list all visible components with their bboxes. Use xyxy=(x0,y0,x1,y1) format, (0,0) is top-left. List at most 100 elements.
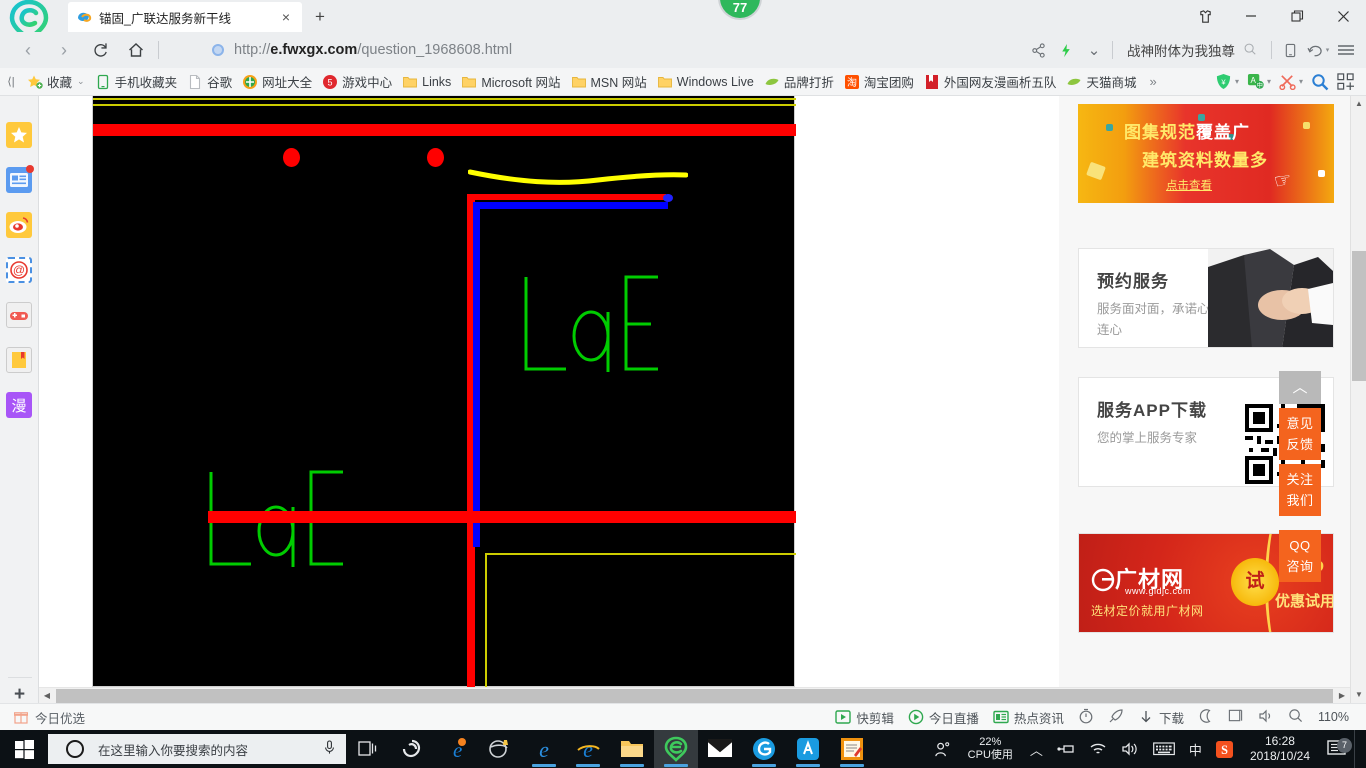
horizontal-scroll-thumb[interactable] xyxy=(56,689,1333,703)
address-bar[interactable]: http://e.fwxgx.com/question_1968608.html xyxy=(202,34,1024,66)
ie-icon[interactable]: e xyxy=(566,730,610,768)
new-tab-button[interactable]: + xyxy=(308,6,332,28)
back-button[interactable]: ‹ xyxy=(10,34,46,66)
network-icon[interactable] xyxy=(1050,730,1082,768)
forward-button[interactable]: › xyxy=(46,34,82,66)
status-left[interactable]: 今日优选 xyxy=(0,708,85,727)
maximize-button[interactable] xyxy=(1274,0,1320,32)
sogou-ime-icon[interactable]: S xyxy=(1209,730,1240,768)
action-center-button[interactable]: 7 xyxy=(1320,738,1354,758)
cpu-usage-indicator[interactable]: 22% CPU使用 xyxy=(958,736,1023,762)
bookmark-windows-live[interactable]: Windows Live xyxy=(652,71,759,93)
bookmark-taobao-groupon[interactable]: 淘 淘宝团购 xyxy=(839,71,919,93)
sogou-explorer-icon[interactable]: e xyxy=(434,730,478,768)
download-item[interactable]: 下载 xyxy=(1131,708,1191,727)
ie-notify-icon[interactable] xyxy=(478,730,522,768)
feedback-button[interactable]: 意见 反馈 xyxy=(1279,408,1321,460)
sound-icon[interactable] xyxy=(1251,708,1281,727)
find-icon[interactable] xyxy=(1281,708,1311,726)
chevron-down-icon[interactable]: ⌄ xyxy=(1080,35,1108,65)
360-browser-icon[interactable] xyxy=(654,730,698,768)
bookmark-brand-discount[interactable]: 品牌打折 xyxy=(759,71,839,93)
mobile-view-icon[interactable] xyxy=(1276,35,1304,65)
cortana-swirl-icon[interactable] xyxy=(390,730,434,768)
gamepad-icon[interactable] xyxy=(6,302,32,328)
taskbar-clock[interactable]: 16:28 2018/10/24 xyxy=(1240,734,1320,764)
edge-icon[interactable]: e xyxy=(522,730,566,768)
glodon-icon[interactable] xyxy=(742,730,786,768)
ad-banner-cta[interactable]: 点击查看 xyxy=(1166,177,1212,193)
reload-button[interactable] xyxy=(82,34,118,66)
share-icon[interactable] xyxy=(1024,35,1052,65)
bookmark-game-center[interactable]: 5 游戏中心 xyxy=(317,71,397,93)
skin-icon[interactable] xyxy=(1182,0,1228,32)
weibo-icon[interactable] xyxy=(6,212,32,238)
task-view-button[interactable] xyxy=(346,730,390,768)
news-feed-icon[interactable] xyxy=(6,165,34,193)
quick-edit-item[interactable]: 快剪辑 xyxy=(828,708,901,727)
vertical-scroll-thumb[interactable] xyxy=(1352,251,1366,381)
wifi-icon[interactable] xyxy=(1082,730,1114,768)
chevron-down-icon[interactable]: ▾ xyxy=(1299,77,1303,86)
bookmark-book-icon[interactable] xyxy=(6,347,32,373)
bookmark-hao123[interactable]: 网址大全 xyxy=(237,71,317,93)
bookmark-foreign-comics[interactable]: 外国网友漫画析五队 xyxy=(919,71,1062,93)
zoom-level[interactable]: 110% xyxy=(1311,710,1356,724)
ime-mode-indicator[interactable]: 中 xyxy=(1182,730,1209,768)
site-info-icon[interactable] xyxy=(212,44,224,56)
keyboard-icon[interactable] xyxy=(1146,730,1182,768)
home-button[interactable] xyxy=(118,34,154,66)
bookmark-microsoft[interactable]: Microsoft 网站 xyxy=(456,71,565,93)
scroll-left-arrow-icon[interactable]: ◀ xyxy=(39,688,55,704)
live-stream-item[interactable]: 今日直播 xyxy=(901,708,986,727)
history-icon[interactable]: ▾ xyxy=(1304,35,1332,65)
scroll-down-arrow-icon[interactable]: ▼ xyxy=(1351,687,1366,703)
apps-grid-icon[interactable] xyxy=(1333,73,1358,90)
people-icon[interactable] xyxy=(927,730,958,768)
lightning-icon[interactable] xyxy=(1052,35,1080,65)
score-badge[interactable]: 77 xyxy=(718,0,762,20)
browser-tab[interactable]: 锚固_广联达服务新干线 × xyxy=(68,2,302,32)
taskbar-search-box[interactable]: 在这里输入你要搜索的内容 xyxy=(48,734,346,764)
close-button[interactable] xyxy=(1320,0,1366,32)
window-split-icon[interactable] xyxy=(1221,708,1251,726)
bookmark-phone-favorites[interactable]: 手机收藏夹 xyxy=(90,71,183,93)
favorites-star-icon[interactable] xyxy=(6,122,32,148)
bookmark-msn[interactable]: MSN 网站 xyxy=(566,71,652,93)
chevron-down-icon[interactable]: ▾ xyxy=(1235,77,1239,86)
page-horizontal-scrollbar[interactable]: ◀ ▶ xyxy=(39,687,1350,703)
mail-icon[interactable] xyxy=(698,730,742,768)
search-input[interactable]: 战神附体为我独尊 xyxy=(1127,40,1235,60)
chevron-down-icon[interactable]: ⌄ xyxy=(77,76,85,87)
translate-icon[interactable]: A中 ▾ xyxy=(1243,73,1275,90)
stopwatch-icon[interactable] xyxy=(1071,708,1101,727)
tab-close-icon[interactable]: × xyxy=(278,10,294,24)
microphone-icon[interactable] xyxy=(318,740,340,758)
card-appointment-service[interactable]: 预约服务 服务面对面，承诺心连心 xyxy=(1078,248,1334,348)
bookmark-google[interactable]: 谷歌 xyxy=(182,71,237,93)
scroll-right-arrow-icon[interactable]: ▶ xyxy=(1334,688,1350,704)
chevron-down-icon[interactable]: ▾ xyxy=(1267,77,1271,86)
search-icon[interactable] xyxy=(1235,42,1265,59)
bookmark-links[interactable]: Links xyxy=(397,71,456,93)
taskbar-search-input[interactable]: 在这里输入你要搜索的内容 xyxy=(98,740,318,759)
mail-at-icon[interactable]: @ xyxy=(6,257,32,283)
tray-expand-chevron-icon[interactable]: ︿ xyxy=(1023,730,1050,768)
volume-icon[interactable] xyxy=(1114,730,1146,768)
bookmark-favorites[interactable]: 收藏 ⌄ xyxy=(22,71,90,93)
show-desktop-button[interactable] xyxy=(1354,730,1362,768)
file-explorer-icon[interactable] xyxy=(610,730,654,768)
manga-icon[interactable]: 漫 xyxy=(6,392,32,418)
scroll-up-arrow-icon[interactable]: ▲ xyxy=(1351,96,1366,112)
notes-app-icon[interactable] xyxy=(830,730,874,768)
follow-us-button[interactable]: 关注 我们 xyxy=(1279,464,1321,516)
scissors-icon[interactable]: ▾ xyxy=(1275,73,1307,90)
bookmarks-overflow-button[interactable]: » xyxy=(1141,74,1164,89)
minimize-button[interactable] xyxy=(1228,0,1274,32)
back-to-top-button[interactable]: ︿ xyxy=(1279,371,1321,404)
shield-yuan-icon[interactable]: ¥ ▾ xyxy=(1211,73,1243,90)
magnifier-icon[interactable] xyxy=(1307,73,1333,91)
bookmark-tmall[interactable]: 天猫商城 xyxy=(1061,71,1141,93)
moon-icon[interactable] xyxy=(1191,708,1221,727)
page-vertical-scrollbar[interactable]: ▲ ▼ xyxy=(1350,96,1366,703)
